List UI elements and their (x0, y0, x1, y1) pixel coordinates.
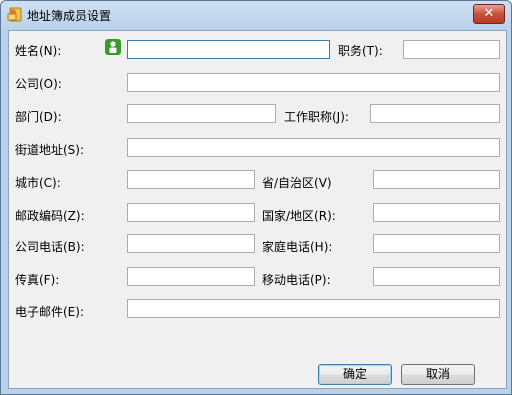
job-title-label: 工作职称(J): (284, 110, 349, 124)
province-label: 省/自治区(V) (262, 176, 332, 190)
ok-button[interactable]: 确定 (318, 364, 392, 385)
company-phone-field[interactable] (127, 234, 255, 253)
contact-picker-button[interactable] (105, 39, 121, 55)
department-label: 部门(D): (15, 110, 62, 124)
postal-label: 邮政编码(Z): (15, 209, 85, 223)
country-field[interactable] (373, 203, 500, 222)
mobile-field[interactable] (373, 267, 500, 286)
department-field[interactable] (127, 104, 276, 123)
form-area: 姓名(N): 职务(T): 公司(O): 部门(D): 工作职称(J): 街道地… (8, 30, 507, 389)
home-phone-label: 家庭电话(H): (262, 240, 333, 254)
company-field[interactable] (127, 73, 500, 92)
close-icon: ✕ (483, 6, 495, 21)
job-title-field[interactable] (370, 104, 500, 123)
cancel-button[interactable]: 取消 (401, 364, 475, 385)
mobile-label: 移动电话(P): (262, 273, 331, 287)
company-phone-label: 公司电话(B): (15, 240, 85, 254)
street-field[interactable] (127, 138, 500, 157)
address-book-icon (7, 7, 22, 22)
home-phone-field[interactable] (373, 234, 500, 253)
name-label: 姓名(N): (15, 44, 62, 58)
street-label: 街道地址(S): (15, 143, 85, 157)
window-title: 地址簿成员设置 (27, 9, 112, 23)
city-field[interactable] (127, 170, 255, 189)
email-label: 电子邮件(E): (15, 305, 84, 319)
title-label: 职务(T): (338, 44, 383, 58)
postal-field[interactable] (127, 203, 255, 222)
company-label: 公司(O): (15, 77, 62, 91)
name-field[interactable] (127, 40, 330, 59)
country-label: 国家/地区(R): (262, 209, 336, 223)
city-label: 城市(C): (15, 176, 61, 190)
title-bar[interactable]: 地址簿成员设置 ✕ (1, 1, 511, 27)
email-field[interactable] (127, 299, 500, 318)
close-button[interactable]: ✕ (473, 4, 505, 24)
dialog-window: 地址簿成员设置 ✕ 姓名(N): 职务(T): 公司(O): 部门(D): 工作… (0, 0, 512, 395)
province-field[interactable] (373, 170, 500, 189)
fax-label: 传真(F): (15, 273, 60, 287)
fax-field[interactable] (127, 267, 255, 286)
contact-person-icon (109, 41, 117, 53)
title-field[interactable] (403, 40, 500, 59)
